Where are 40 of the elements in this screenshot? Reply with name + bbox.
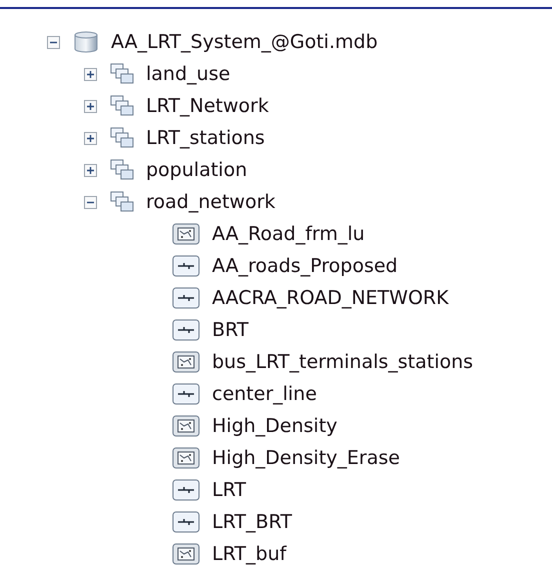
collapse-button[interactable]	[84, 196, 97, 208]
tree-item-label[interactable]: High_Density	[212, 412, 338, 440]
tree-item-label[interactable]: LRT_stations	[146, 124, 265, 152]
tree-item-label[interactable]: BRT	[212, 316, 248, 344]
tree-item-label[interactable]: AA_Road_frm_lu	[212, 220, 365, 248]
line-layer-icon	[172, 255, 200, 277]
tree-item-label[interactable]: road_network	[146, 188, 276, 216]
tree-item-label[interactable]: bus_LRT_terminals_stations	[212, 348, 474, 376]
polygon-layer-icon	[172, 543, 200, 565]
tree-item-label[interactable]: AA_roads_Proposed	[212, 252, 398, 280]
line-layer-icon	[172, 287, 200, 309]
tree-item-label[interactable]: population	[146, 156, 248, 184]
tree-item-label[interactable]: AA_LRT_System_@Goti.mdb	[111, 28, 378, 56]
tree-item-label[interactable]: LRT_Network	[146, 92, 269, 120]
stacked-frames-icon	[110, 127, 134, 149]
line-layer-icon	[172, 383, 200, 405]
line-layer-icon	[172, 511, 200, 533]
polygon-layer-icon	[172, 223, 200, 245]
database-icon	[73, 31, 99, 53]
expand-button[interactable]	[84, 100, 97, 112]
tree-item-label[interactable]: land_use	[146, 60, 230, 88]
polygon-layer-icon	[172, 351, 200, 373]
line-layer-icon	[172, 319, 200, 341]
tree-item-label[interactable]: LRT	[212, 476, 246, 504]
expand-button[interactable]	[84, 132, 97, 144]
stacked-frames-icon	[110, 63, 134, 85]
line-layer-icon	[172, 479, 200, 501]
collapse-button[interactable]	[47, 36, 60, 48]
tree-item-label[interactable]: LRT_BRT	[212, 508, 292, 536]
expand-button[interactable]	[84, 164, 97, 176]
stacked-frames-icon	[110, 191, 134, 213]
polygon-layer-icon	[172, 447, 200, 469]
tree-item-label[interactable]: LRT_buf	[212, 540, 286, 568]
tree-item-label[interactable]: AACRA_ROAD_NETWORK	[212, 284, 449, 312]
stacked-frames-icon	[110, 95, 134, 117]
tree-item-label[interactable]: center_line	[212, 380, 317, 408]
tree-item-label[interactable]: High_Density_Erase	[212, 444, 400, 472]
polygon-layer-icon	[172, 415, 200, 437]
stacked-frames-icon	[110, 159, 134, 181]
expand-button[interactable]	[84, 68, 97, 80]
